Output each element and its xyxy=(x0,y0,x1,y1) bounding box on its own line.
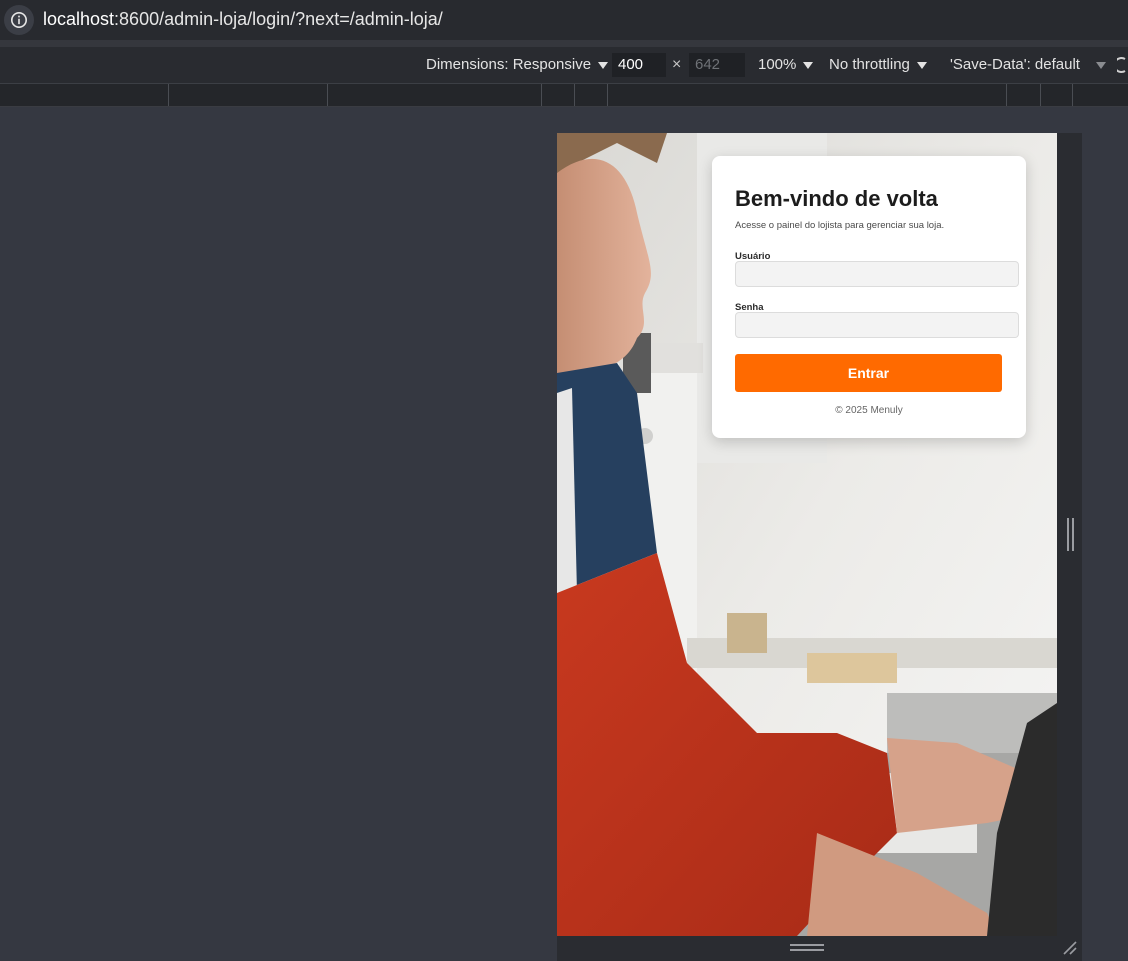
login-title: Bem-vindo de volta xyxy=(735,186,938,211)
username-input[interactable] xyxy=(735,261,1019,287)
media-query-bar[interactable] xyxy=(0,84,1128,107)
login-submit-button[interactable]: Entrar xyxy=(735,354,1002,392)
dimensions-label: Dimensions: Responsive xyxy=(426,56,592,73)
width-input[interactable]: 400 xyxy=(612,53,666,77)
save-data-dropdown[interactable]: 'Save-Data': default xyxy=(950,56,1106,73)
chevron-down-icon xyxy=(803,62,814,69)
zoom-dropdown[interactable]: 100% xyxy=(758,56,814,73)
resize-corner-icon[interactable] xyxy=(1062,940,1078,956)
resize-handle-right[interactable] xyxy=(1067,518,1074,551)
ruler-tick xyxy=(607,84,608,106)
zoom-label: 100% xyxy=(758,56,797,73)
chevron-down-icon xyxy=(916,62,927,69)
url-host: localhost xyxy=(43,9,115,29)
ruler-tick xyxy=(1072,84,1073,106)
chevron-down-icon xyxy=(1095,62,1106,69)
ruler-tick xyxy=(1006,84,1007,106)
rotate-icon[interactable] xyxy=(1113,56,1128,74)
toolbar-separator xyxy=(0,40,1128,47)
login-footer: © 2025 Menuly xyxy=(835,405,903,416)
login-card: Bem-vindo de volta Acesse o painel do lo… xyxy=(712,156,1026,438)
chevron-down-icon xyxy=(598,62,609,69)
url-path: :8600/admin-loja/login/?next=/admin-loja… xyxy=(114,9,443,29)
dimensions-dropdown[interactable]: Dimensions: Responsive xyxy=(426,56,609,73)
throttling-dropdown[interactable]: No throttling xyxy=(829,56,927,73)
device-viewport: Bem-vindo de volta Acesse o painel do lo… xyxy=(557,133,1057,936)
ruler-tick xyxy=(574,84,575,106)
url-field[interactable]: localhost:8600/admin-loja/login/?next=/a… xyxy=(43,9,443,30)
device-toolbar: Dimensions: Responsive 400 × 642 100% No… xyxy=(0,47,1128,84)
login-subtitle: Acesse o painel do lojista para gerencia… xyxy=(735,220,945,231)
save-data-label: 'Save-Data': default xyxy=(950,56,1080,73)
site-info-icon[interactable] xyxy=(4,5,34,35)
ruler-tick xyxy=(168,84,169,106)
times-icon: × xyxy=(672,56,682,73)
ruler-tick xyxy=(327,84,328,106)
ruler-tick xyxy=(541,84,542,106)
address-bar: localhost:8600/admin-loja/login/?next=/a… xyxy=(0,0,1128,40)
ruler-tick xyxy=(1040,84,1041,106)
resize-handle-bottom[interactable] xyxy=(790,944,824,951)
height-input[interactable]: 642 xyxy=(689,53,745,77)
password-input[interactable] xyxy=(735,312,1019,338)
throttling-label: No throttling xyxy=(829,56,910,73)
